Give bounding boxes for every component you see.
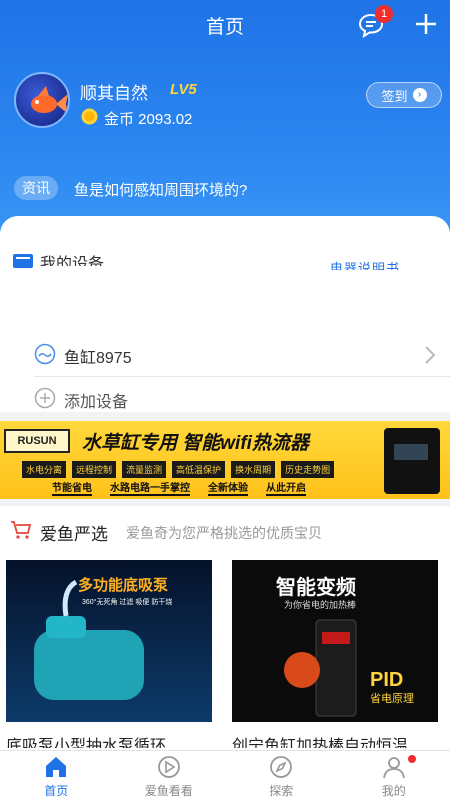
tab-profile[interactable]: 我的 xyxy=(338,751,450,800)
product-image-badge-sub: 省电原理 xyxy=(370,692,414,705)
banner-feature: 节能省电 xyxy=(52,479,92,496)
device-list-icon xyxy=(13,254,33,268)
notification-dot xyxy=(407,755,416,763)
product-image-badge: PID xyxy=(370,669,403,691)
product-image-subtitle: 为你省电的加热棒 xyxy=(284,599,356,610)
banner-tag: 换水周期 xyxy=(231,461,276,478)
level-badge: LV5 xyxy=(170,81,197,98)
add-device-row[interactable]: 添加设备 xyxy=(34,378,450,418)
banner-features: 节能省电 水路电路一手掌控 全新体验 从此开启 xyxy=(52,479,306,496)
shop-subtitle: 爱鱼奇为您严格挑选的优质宝贝 xyxy=(126,525,322,541)
coin-icon xyxy=(81,108,98,125)
add-circle-icon xyxy=(34,387,56,409)
tab-home[interactable]: 首页 xyxy=(0,751,113,800)
banner-tag: 历史走势图 xyxy=(281,461,335,478)
tab-label: 我的 xyxy=(381,784,406,798)
news-headline[interactable]: 鱼是如何感知周围环境的? xyxy=(74,179,247,200)
banner-tag: 水电分离 xyxy=(22,461,67,478)
banner-headline: 水草缸专用 智能wifi热流器 xyxy=(82,433,309,454)
message-badge: 1 xyxy=(375,5,393,23)
bottom-tab-bar: 首页 爱鱼看看 探索 我的 xyxy=(0,750,450,800)
product-image: 智能变频 为你省电的加热棒 PID 省电原理 xyxy=(232,560,438,722)
banner-tags: 水电分离 远程控制 流量监测 高低温保护 换水周期 历史走势图 xyxy=(22,461,335,478)
brand-logo: RUSUN xyxy=(4,429,70,453)
signin-button[interactable]: 签到 › xyxy=(366,82,442,108)
play-circle-icon xyxy=(157,756,180,778)
chevron-right-icon xyxy=(425,346,436,364)
username: 顺其自然 xyxy=(80,84,148,103)
product-grid: 多功能底吸泵 360°无死角 过滤 吸便 防干烧 底吸泵小型抽水泵循环 智能变频… xyxy=(0,554,450,750)
banner-feature: 水路电路一手掌控 xyxy=(110,479,190,496)
device-name: 鱼缸8975 xyxy=(64,350,132,367)
manual-link[interactable]: 电器说明书 xyxy=(330,258,400,270)
promo-banner[interactable]: RUSUN 水草缸专用 智能wifi热流器 水电分离 远程控制 流量监测 高低温… xyxy=(0,421,450,499)
product-card[interactable]: 智能变频 为你省电的加热棒 PID 省电原理 创宁鱼缸加热棒自动恒温 xyxy=(232,560,438,750)
product-image-title: 智能变频 xyxy=(276,575,356,599)
compass-icon xyxy=(270,756,293,778)
coin-balance: 金币 2093.02 xyxy=(104,111,193,128)
shop-header: 爱鱼严选 爱鱼奇为您严格挑选的优质宝贝 xyxy=(0,506,450,554)
cart-icon xyxy=(11,521,32,539)
home-icon xyxy=(46,757,67,777)
tab-label: 爱鱼看看 xyxy=(144,784,193,798)
top-bar: 首页 1 xyxy=(0,0,450,48)
banner-tag: 远程控制 xyxy=(72,461,117,478)
product-name: 底吸泵小型抽水泵循环 xyxy=(6,738,167,748)
banner-tag: 高低温保护 xyxy=(172,461,226,478)
product-card[interactable]: 多功能底吸泵 360°无死角 过滤 吸便 防干烧 底吸泵小型抽水泵循环 xyxy=(6,560,212,750)
device-screen xyxy=(394,444,428,460)
product-image: 多功能底吸泵 360°无死角 过滤 吸便 防干烧 xyxy=(6,560,212,722)
avatar[interactable] xyxy=(14,72,70,128)
banner-tag: 流量监测 xyxy=(122,461,167,478)
device-row-tank[interactable]: 鱼缸8975 xyxy=(34,333,450,377)
add-device-label: 添加设备 xyxy=(64,394,129,411)
plus-icon[interactable] xyxy=(414,12,438,36)
product-name: 创宁鱼缸加热棒自动恒温 xyxy=(232,738,409,748)
tab-explore[interactable]: 探索 xyxy=(225,751,338,800)
signin-label: 签到 xyxy=(381,88,408,104)
news-tag[interactable]: 资讯 xyxy=(14,176,58,200)
tab-label: 探索 xyxy=(269,784,294,798)
product-image-subtitle: 360°无死角 过滤 吸便 防干烧 xyxy=(82,597,172,606)
banner-feature: 从此开启 xyxy=(266,479,306,496)
fish-tank-icon xyxy=(34,343,56,365)
banner-feature: 全新体验 xyxy=(208,479,248,496)
tab-watch[interactable]: 爱鱼看看 xyxy=(113,751,226,800)
chevron-right-icon: › xyxy=(412,88,427,102)
tab-label: 首页 xyxy=(44,784,69,798)
shop-title: 爱鱼严选 xyxy=(40,525,108,544)
devices-section-title: 我的设备 xyxy=(40,256,105,266)
heater-device-image xyxy=(384,428,440,494)
product-image-title: 多功能底吸泵 xyxy=(78,576,168,594)
user-icon xyxy=(382,757,405,779)
